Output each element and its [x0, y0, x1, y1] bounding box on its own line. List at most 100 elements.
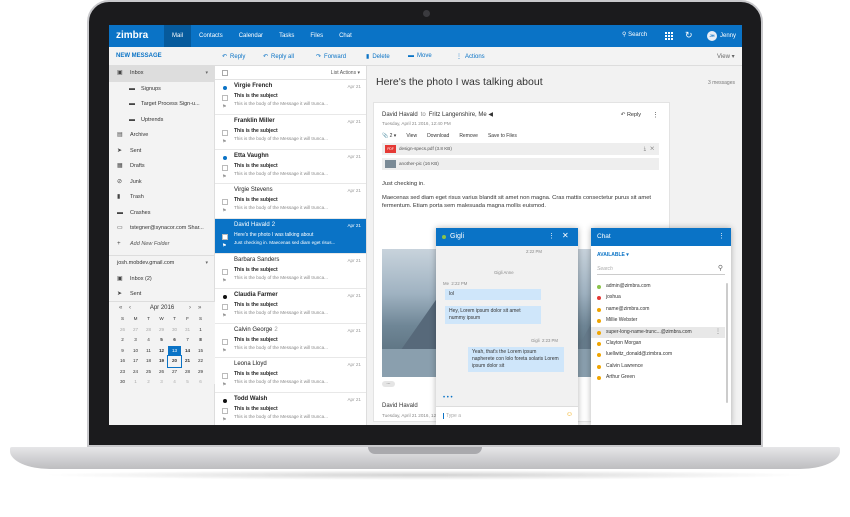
search-icon[interactable]: ⚲ [718, 264, 723, 272]
tab-calendar[interactable]: Calendar [231, 25, 271, 47]
availability-dropdown[interactable]: AVAILABLE ▾ [597, 252, 629, 258]
list-actions-button[interactable]: List Actions ▾ [331, 70, 360, 76]
show-quoted-button[interactable]: ... [382, 381, 395, 387]
calendar-day[interactable]: 29 [194, 367, 207, 378]
flag-icon[interactable]: ⚑ [222, 278, 226, 284]
calendar-day[interactable]: 10 [129, 346, 142, 357]
calendar-day[interactable]: 5 [155, 335, 168, 346]
calendar-day[interactable]: 25 [142, 367, 155, 378]
account-header[interactable]: josh.mobdev.gmail.com ▾ [109, 256, 214, 272]
calendar-day[interactable]: 1 [129, 377, 142, 388]
reply-button[interactable]: ↶ Reply [621, 112, 641, 118]
message-row[interactable]: ⚑ Etta Vaughn This is the subject This is t… [215, 150, 366, 185]
sidebar-item[interactable]: ▬ Uptrends [109, 113, 214, 129]
save-to-files-button[interactable]: Save to Files [488, 133, 517, 139]
select-all-checkbox[interactable] [222, 70, 228, 76]
chat-contact[interactable]: joshua [591, 292, 725, 303]
calendar-day[interactable]: 22 [194, 356, 207, 367]
flag-icon[interactable]: ⚑ [222, 243, 226, 249]
calendar-day[interactable]: 18 [142, 356, 155, 367]
calendar-day[interactable]: 5 [181, 377, 194, 388]
message-checkbox[interactable] [222, 129, 228, 136]
calendar-day[interactable]: 3 [155, 377, 168, 388]
sidebar-item[interactable]: + Add New Folder [109, 237, 214, 253]
message-checkbox[interactable] [222, 199, 228, 206]
calendar-day[interactable]: 4 [142, 335, 155, 346]
calendar-day[interactable]: 17 [129, 356, 142, 367]
user-menu[interactable]: JH Jenny [707, 31, 736, 41]
message-checkbox[interactable] [222, 408, 228, 415]
message-row[interactable]: ⚑ Franklin Miller This is the subject This … [215, 115, 366, 150]
calendar-day[interactable]: 2 [142, 377, 155, 388]
calendar-day[interactable]: 19 [155, 356, 168, 367]
message-row[interactable]: ⚑ Claudia Farmer This is the subject This i… [215, 289, 366, 324]
emoji-icon[interactable]: ☺ [566, 411, 573, 418]
chat-contact[interactable]: Calvin Lawrence [591, 361, 725, 372]
calendar-day[interactable]: 3 [129, 335, 142, 346]
chevron-down-icon[interactable]: ▾ [205, 66, 208, 82]
new-message-button[interactable]: NEW MESSAGE [116, 53, 162, 59]
calendar-day[interactable]: 26 [116, 325, 129, 336]
message-row[interactable]: ⚑ Virgie Stevens This is the subject This i… [215, 184, 366, 220]
next-icon[interactable]: › [189, 302, 191, 314]
reply-all-button[interactable]: ↶ Reply all [263, 53, 294, 60]
chat-contact[interactable]: luellwitz_donald@zimbra.com [591, 349, 725, 360]
calendar-day[interactable]: 28 [142, 325, 155, 336]
chat-contact[interactable]: Clayton Morgan [591, 338, 725, 349]
tab-tasks[interactable]: Tasks [271, 25, 302, 47]
search-button[interactable]: ⚲ Search [622, 31, 647, 38]
message-checkbox[interactable] [222, 373, 228, 380]
flag-icon[interactable]: ⚑ [222, 417, 226, 423]
sidebar-item[interactable]: ▣ Inbox (2) [109, 272, 214, 288]
flag-icon[interactable]: ⚑ [222, 313, 226, 319]
chat-contact[interactable]: Arthur Green [591, 372, 725, 383]
calendar-day[interactable]: 15 [194, 346, 207, 357]
sidebar-item[interactable]: ▬ Crashes [109, 206, 214, 222]
calendar-day[interactable]: 29 [155, 325, 168, 336]
message-row[interactable]: ⚑ David Havald 2 Here's the photo I was tal… [215, 219, 366, 254]
message-checkbox[interactable] [222, 234, 228, 241]
prev-month-icon[interactable]: « [119, 302, 122, 314]
message-checkbox[interactable] [222, 164, 228, 171]
download-icon[interactable]: ⤓ [644, 146, 646, 152]
more-vertical-icon[interactable]: ⋮ [548, 232, 555, 240]
next-month-icon[interactable]: » [198, 302, 201, 314]
attachment-toggle[interactable]: 📎 2 ▾ [382, 133, 396, 139]
reply-button[interactable]: ↶ Reply [222, 53, 245, 60]
sidebar-item[interactable]: ▣ Inbox ▾ [109, 66, 214, 82]
message-row[interactable]: ⚑ Virgie French This is the subject This is… [215, 80, 366, 115]
calendar-day[interactable]: 8 [194, 335, 207, 346]
view-attachments-button[interactable]: View [406, 133, 417, 139]
recipients[interactable]: Fritz Langenshire, Me [429, 112, 487, 118]
tab-chat[interactable]: Chat [331, 25, 360, 47]
calendar-day[interactable]: 31 [181, 325, 194, 336]
sidebar-item[interactable]: ⊘ Junk [109, 175, 214, 191]
view-button[interactable]: View ▾ [717, 53, 735, 60]
calendar-day[interactable]: 23 [116, 367, 129, 378]
chat-contact[interactable]: super-long-name-trunc...@zimbra.com ⋮ [591, 326, 725, 338]
message-checkbox[interactable] [222, 268, 228, 275]
tab-files[interactable]: Files [302, 25, 331, 47]
flag-icon[interactable]: ⚑ [222, 139, 226, 145]
more-vertical-icon[interactable]: ⋮ [718, 232, 725, 240]
calendar-day[interactable]: 7 [181, 335, 194, 346]
sender-name[interactable]: David Havald [382, 112, 418, 118]
actions-button[interactable]: ⋮ Actions [456, 53, 485, 60]
calendar-day[interactable]: 9 [116, 346, 129, 357]
sidebar-item[interactable]: ➤ Sent [109, 144, 214, 160]
message-row[interactable]: ⚑ Calvin George 2 This is the subject This i… [215, 324, 366, 359]
chevron-left-icon[interactable]: ◀ [488, 112, 493, 118]
calendar-day[interactable]: 14 [181, 346, 194, 357]
flag-icon[interactable]: ⚑ [222, 348, 226, 354]
message-row[interactable]: ⚑ Todd Walsh This is the subject This is th… [215, 393, 366, 425]
attachment-image[interactable]: another-pic (16 KB) [382, 158, 659, 170]
calendar-day[interactable]: 6 [194, 377, 207, 388]
calendar-day[interactable]: 30 [116, 377, 129, 388]
flag-icon[interactable]: ⚑ [222, 104, 226, 110]
calendar-day[interactable]: 26 [155, 367, 168, 378]
calendar-day[interactable]: 27 [129, 325, 142, 336]
close-icon[interactable]: ✕ [650, 146, 654, 152]
calendar-day[interactable]: 27 [168, 367, 181, 378]
scrollbar[interactable] [726, 283, 728, 403]
message-row[interactable]: ⚑ Barbara Sanders This is the subject This … [215, 254, 366, 289]
